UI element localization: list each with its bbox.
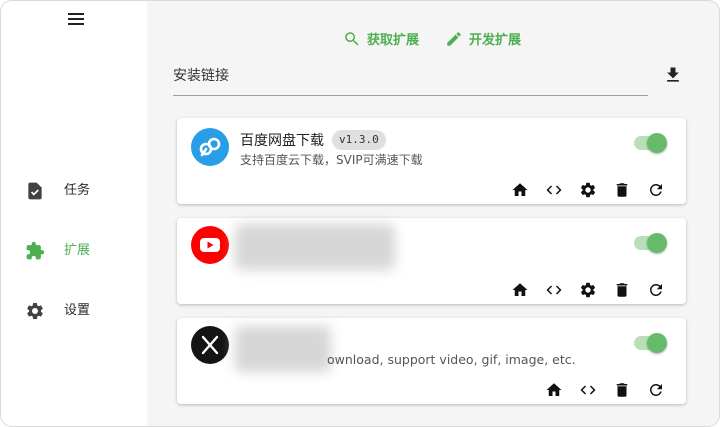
gear-icon [580, 282, 596, 298]
settings-button[interactable] [578, 280, 598, 300]
extension-description: 支持百度云下载，SVIP可满速下载 [240, 153, 423, 167]
develop-extension-button[interactable]: 开发扩展 [445, 29, 521, 48]
extension-card: ownload, support video, gif, image, etc. [177, 318, 686, 404]
home-button[interactable] [510, 180, 530, 200]
home-icon [546, 383, 562, 396]
home-button[interactable] [510, 280, 530, 300]
sidebar-item-label: 任务 [64, 183, 91, 198]
header-actions: 获取扩展 开发扩展 [147, 29, 719, 51]
code-button[interactable] [544, 180, 564, 200]
toggle-knob [647, 333, 667, 353]
home-icon [512, 283, 528, 296]
blurred-extension-info [235, 326, 331, 372]
gear-icon [27, 302, 43, 319]
extension-tools [510, 179, 666, 201]
enable-toggle[interactable] [634, 233, 667, 253]
refresh-icon [649, 284, 662, 296]
delete-button[interactable] [612, 380, 632, 400]
pencil-icon [447, 31, 461, 46]
refresh-icon [649, 384, 662, 396]
code-button[interactable] [544, 280, 564, 300]
install-link-field[interactable]: 安装链接 [173, 59, 648, 96]
trash-icon [616, 183, 628, 197]
reload-button[interactable] [646, 380, 666, 400]
home-button[interactable] [544, 380, 564, 400]
home-icon [512, 183, 528, 196]
sidebar-item-label: 设置 [64, 303, 91, 318]
menu-toggle-button[interactable] [65, 9, 87, 29]
extension-tools [544, 379, 666, 401]
x-twitter-icon [191, 326, 229, 364]
code-icon [546, 285, 562, 295]
sidebar-item-label: 扩展 [64, 243, 91, 258]
baidu-netdisk-icon [191, 128, 229, 166]
sidebar-item-settings[interactable]: 设置 [1, 291, 147, 331]
enable-toggle[interactable] [634, 333, 667, 353]
code-button[interactable] [578, 380, 598, 400]
code-icon [580, 385, 596, 395]
toggle-knob [647, 133, 667, 153]
gear-icon [580, 182, 596, 198]
sidebar-item-extensions[interactable]: 扩展 [1, 231, 147, 271]
get-extension-label: 获取扩展 [367, 33, 420, 48]
task-icon [28, 182, 42, 200]
extension-card [177, 218, 686, 304]
sidebar-item-tasks[interactable]: 任务 [1, 171, 147, 211]
reload-button[interactable] [646, 280, 666, 300]
hamburger-icon [68, 13, 84, 25]
refresh-icon [649, 183, 662, 196]
extension-card: 百度网盘下载 v1.3.0 支持百度云下载，SVIP可满速下载 [177, 118, 686, 204]
main-content: 获取扩展 开发扩展 安装链接 百度网盘下载 v1.3.0 支持百度云下载，SVI… [147, 1, 719, 426]
settings-button[interactable] [578, 180, 598, 200]
puzzle-icon [26, 241, 45, 260]
trash-icon [616, 383, 628, 397]
blurred-extension-info [235, 224, 395, 270]
version-badge: v1.3.0 [332, 130, 386, 150]
delete-button[interactable] [612, 180, 632, 200]
code-icon [546, 185, 562, 195]
app-window: 任务 扩展 设置 获取扩展 开发扩展 安装链接 百度网盘下载 v1.3.0 支持… [0, 0, 720, 427]
search-icon [345, 31, 359, 45]
install-link-label: 安装链接 [173, 68, 229, 84]
youtube-icon [191, 226, 229, 264]
trash-icon [616, 283, 628, 297]
toggle-knob [647, 233, 667, 253]
delete-button[interactable] [612, 280, 632, 300]
get-extension-button[interactable]: 获取扩展 [343, 29, 419, 48]
sidebar: 任务 扩展 设置 [1, 1, 147, 426]
extension-description: ownload, support video, gif, image, etc. [327, 352, 576, 367]
install-download-button[interactable] [663, 65, 683, 85]
extension-tools [510, 279, 666, 301]
reload-button[interactable] [646, 180, 666, 200]
enable-toggle[interactable] [634, 133, 667, 153]
download-icon [667, 67, 679, 82]
develop-extension-label: 开发扩展 [469, 33, 522, 48]
extension-name: 百度网盘下载 [240, 133, 324, 149]
